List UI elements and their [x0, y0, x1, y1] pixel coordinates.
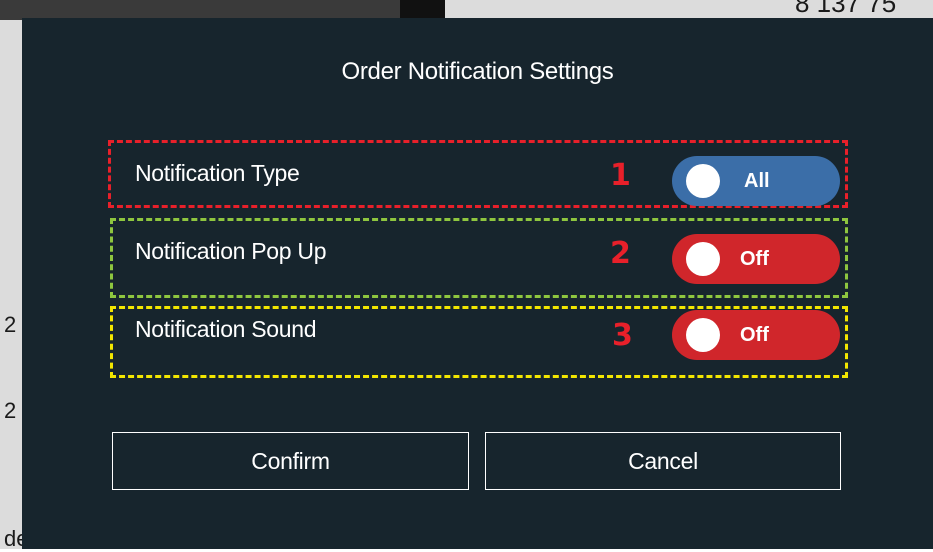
toggle-knob [686, 164, 720, 198]
toggle-value: All [744, 170, 770, 192]
toggle-value: Off [740, 248, 769, 270]
annotation-number-2: 2 [610, 236, 631, 271]
background-strip [400, 0, 445, 20]
notification-popup-label: Notification Pop Up [135, 238, 327, 264]
notification-type-toggle[interactable]: All [672, 156, 840, 206]
toggle-knob [686, 318, 720, 352]
dialog-title: Order Notification Settings [341, 58, 614, 85]
toggle-value: Off [740, 324, 769, 346]
background-strip [0, 0, 400, 20]
background-text: 8 137 75 [795, 0, 897, 18]
notification-popup-toggle[interactable]: Off [672, 234, 840, 284]
annotation-number-3: 3 [612, 318, 633, 353]
notification-sound-label: Notification Sound [135, 316, 317, 342]
toggle-knob [686, 242, 720, 276]
background-text: 2 [4, 312, 17, 337]
background-text: 2 [4, 398, 17, 423]
notification-type-label: Notification Type [135, 160, 300, 186]
cancel-button[interactable]: Cancel [485, 432, 841, 490]
annotation-number-1: 1 [610, 158, 631, 193]
notification-sound-toggle[interactable]: Off [672, 310, 840, 360]
notification-settings-dialog: Order Notification Settings Notification… [22, 18, 933, 549]
confirm-button[interactable]: Confirm [112, 432, 469, 490]
